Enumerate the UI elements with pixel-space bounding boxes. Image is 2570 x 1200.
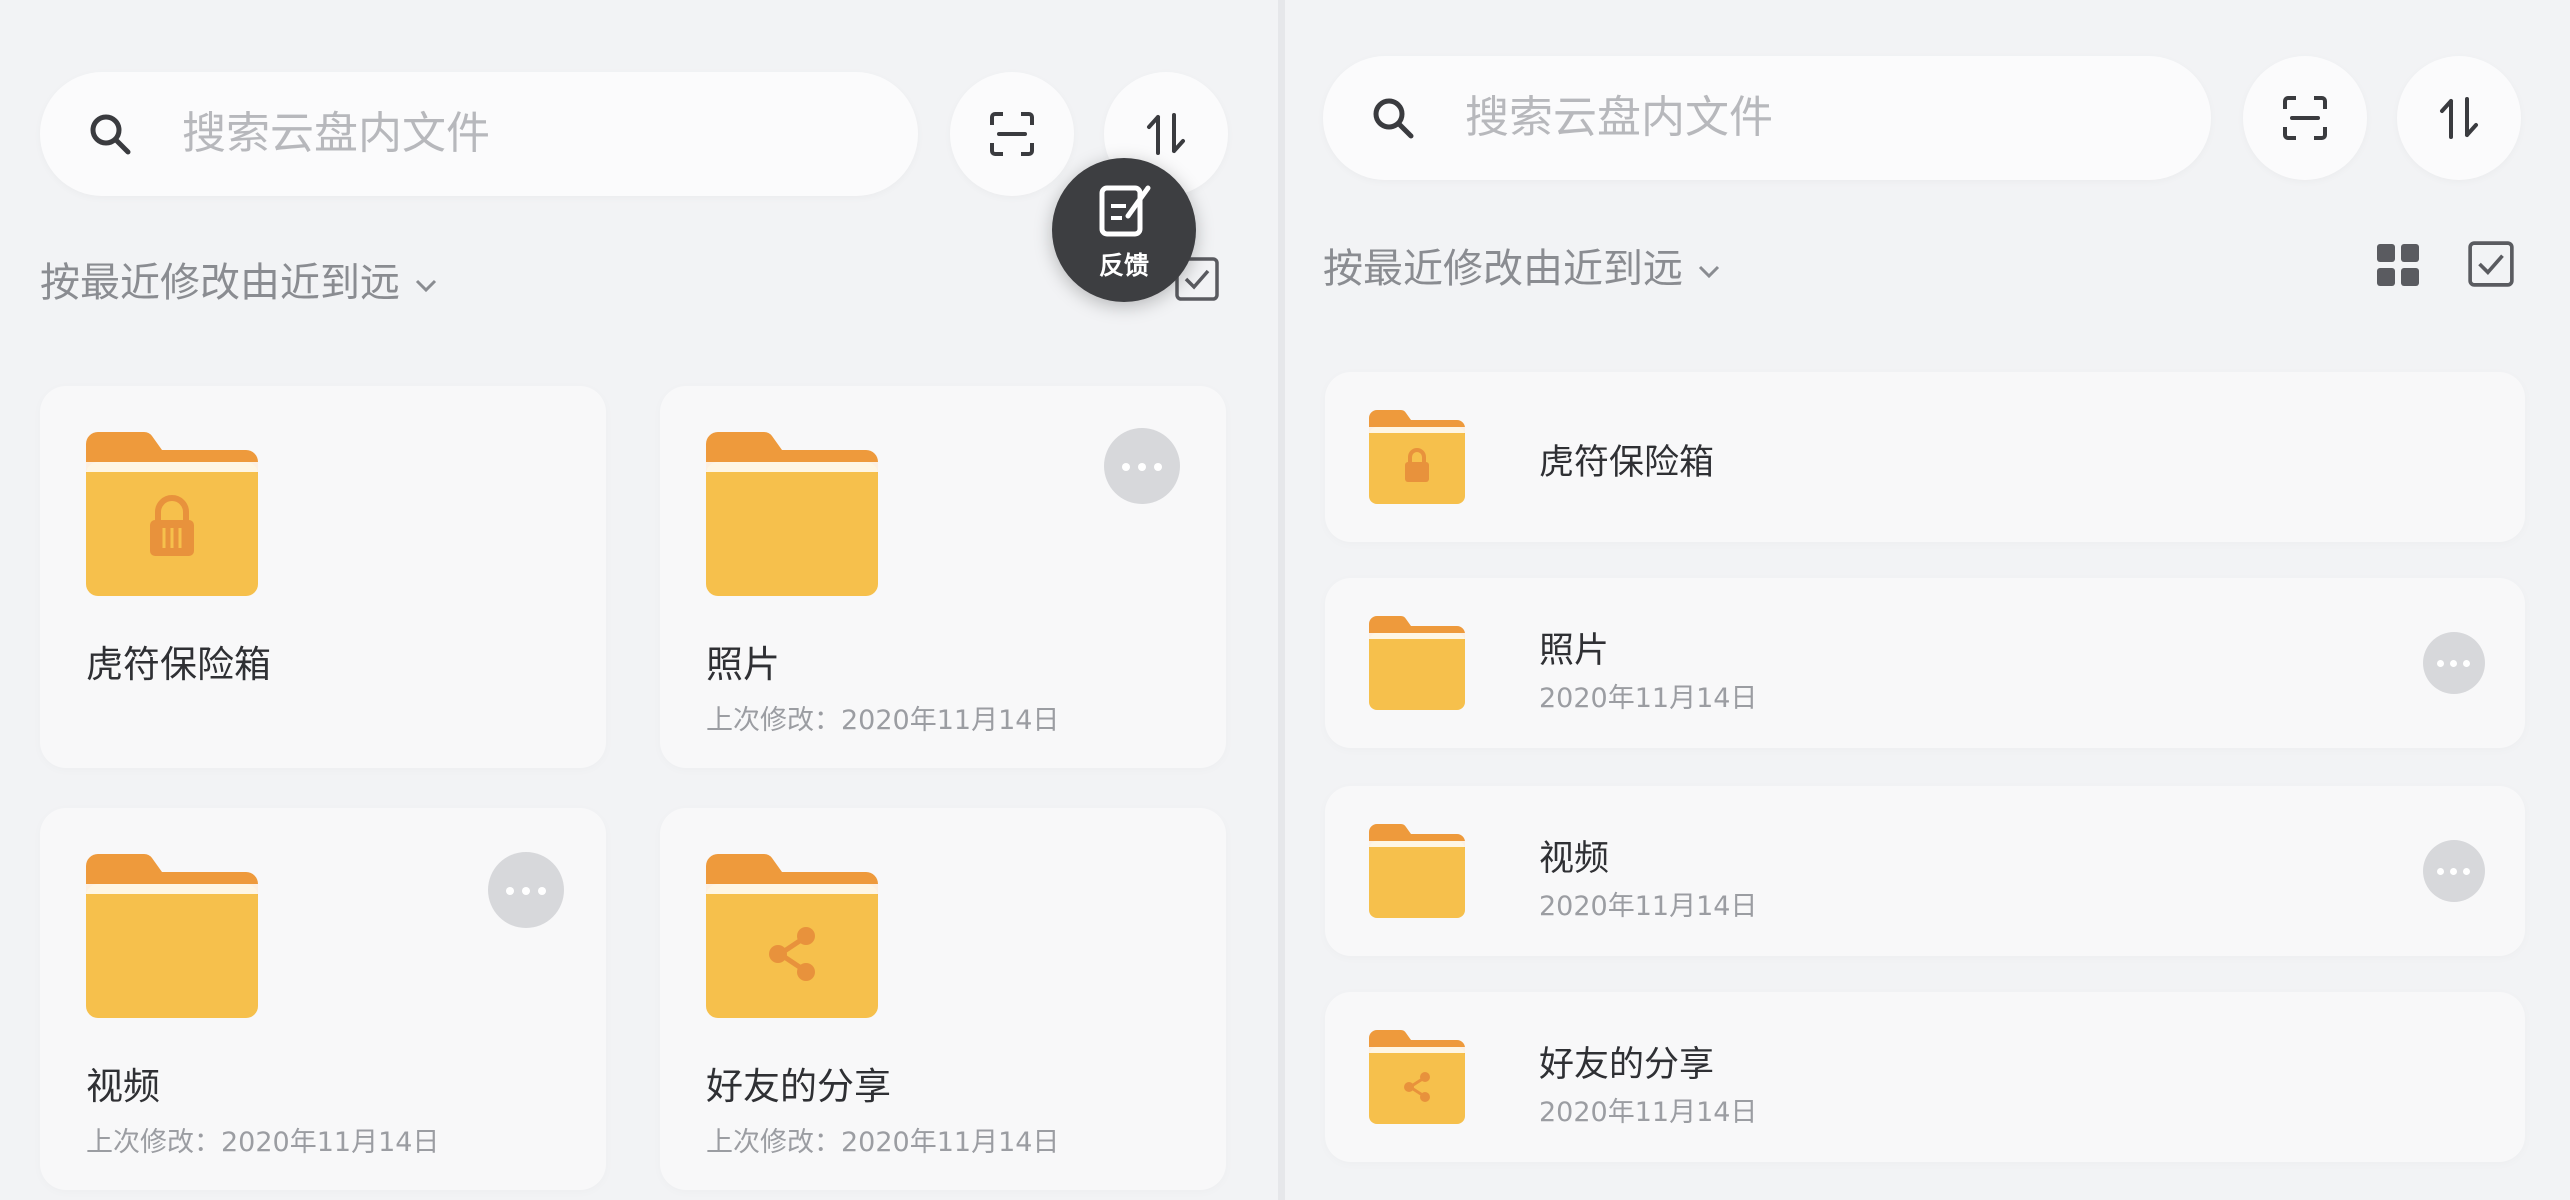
sort-order-button[interactable]	[2397, 56, 2521, 180]
folder-icon	[86, 854, 258, 1018]
feedback-label: 反馈	[1098, 251, 1149, 280]
grid-view-panel: 搜索云盘内文件 按最近修改由近到远 虎符保险箱 照片 上次修改：2020年11月…	[0, 0, 1278, 1200]
lock-folder-icon	[1369, 410, 1465, 504]
more-options-button[interactable]	[2423, 632, 2485, 694]
search-icon	[90, 114, 131, 155]
item-name: 视频	[86, 1065, 160, 1108]
search-placeholder: 搜索云盘内文件	[182, 108, 490, 159]
item-modified: 上次修改：2020年11月14日	[706, 705, 1060, 736]
item-modified: 2020年11月14日	[1539, 1097, 1758, 1128]
more-options-button[interactable]	[1104, 428, 1180, 504]
sort-dropdown[interactable]: 按最近修改由近到远	[1323, 236, 1723, 294]
feedback-button[interactable]: 反馈	[1052, 158, 1196, 302]
sort-dropdown[interactable]: 按最近修改由近到远	[40, 250, 440, 308]
scan-icon	[2283, 96, 2327, 140]
search-placeholder: 搜索云盘内文件	[1465, 92, 1773, 143]
share-folder-icon	[1369, 1030, 1465, 1124]
chevron-down-icon	[415, 279, 437, 293]
list-item-shared[interactable]: 好友的分享 2020年11月14日	[1325, 992, 2525, 1162]
share-folder-icon	[706, 854, 878, 1018]
edit-note-icon	[1099, 185, 1151, 237]
item-name: 视频	[1539, 839, 1610, 879]
list-item-videos[interactable]: 视频 2020年11月14日	[1325, 786, 2525, 956]
scan-button[interactable]	[950, 72, 1074, 196]
folder-icon	[1369, 616, 1465, 710]
panel-divider	[1278, 0, 1285, 1200]
grid-item-photos[interactable]: 照片 上次修改：2020年11月14日	[660, 386, 1226, 768]
search-bar[interactable]: 搜索云盘内文件	[40, 72, 918, 196]
search-bar[interactable]: 搜索云盘内文件	[1323, 56, 2211, 180]
sort-label: 按最近修改由近到远	[40, 260, 400, 306]
scan-icon	[990, 112, 1034, 156]
grid-item-shared[interactable]: 好友的分享 上次修改：2020年11月14日	[660, 808, 1226, 1190]
grid-item-vault[interactable]: 虎符保险箱	[40, 386, 606, 768]
folder-icon	[1369, 824, 1465, 918]
item-name: 虎符保险箱	[86, 643, 271, 686]
list-view-panel: 搜索云盘内文件 按最近修改由近到远 虎符保险箱 照片 2020年11月14日 视…	[1285, 0, 2570, 1200]
item-modified: 2020年11月14日	[1539, 683, 1758, 714]
item-modified: 2020年11月14日	[1539, 891, 1758, 922]
lock-folder-icon	[86, 432, 258, 596]
item-name: 虎符保险箱	[1539, 443, 1715, 483]
search-icon	[1373, 98, 1414, 139]
select-checkbox-icon[interactable]	[2467, 240, 2515, 288]
grid-item-videos[interactable]: 视频 上次修改：2020年11月14日	[40, 808, 606, 1190]
folder-icon	[706, 432, 878, 596]
list-item-photos[interactable]: 照片 2020年11月14日	[1325, 578, 2525, 748]
item-modified: 上次修改：2020年11月14日	[706, 1127, 1060, 1158]
item-name: 好友的分享	[706, 1065, 891, 1108]
chevron-down-icon	[1698, 265, 1720, 279]
list-item-vault[interactable]: 虎符保险箱	[1325, 372, 2525, 542]
sort-label: 按最近修改由近到远	[1323, 246, 1683, 292]
more-options-button[interactable]	[2423, 840, 2485, 902]
scan-button[interactable]	[2243, 56, 2367, 180]
more-options-button[interactable]	[488, 852, 564, 928]
item-name: 照片	[1539, 631, 1610, 671]
item-name: 照片	[706, 643, 780, 686]
item-modified: 上次修改：2020年11月14日	[86, 1127, 440, 1158]
grid-view-icon[interactable]	[2375, 242, 2421, 288]
sort-arrows-icon	[1147, 113, 1185, 155]
sort-arrows-icon	[2440, 97, 2478, 139]
item-name: 好友的分享	[1539, 1045, 1715, 1085]
